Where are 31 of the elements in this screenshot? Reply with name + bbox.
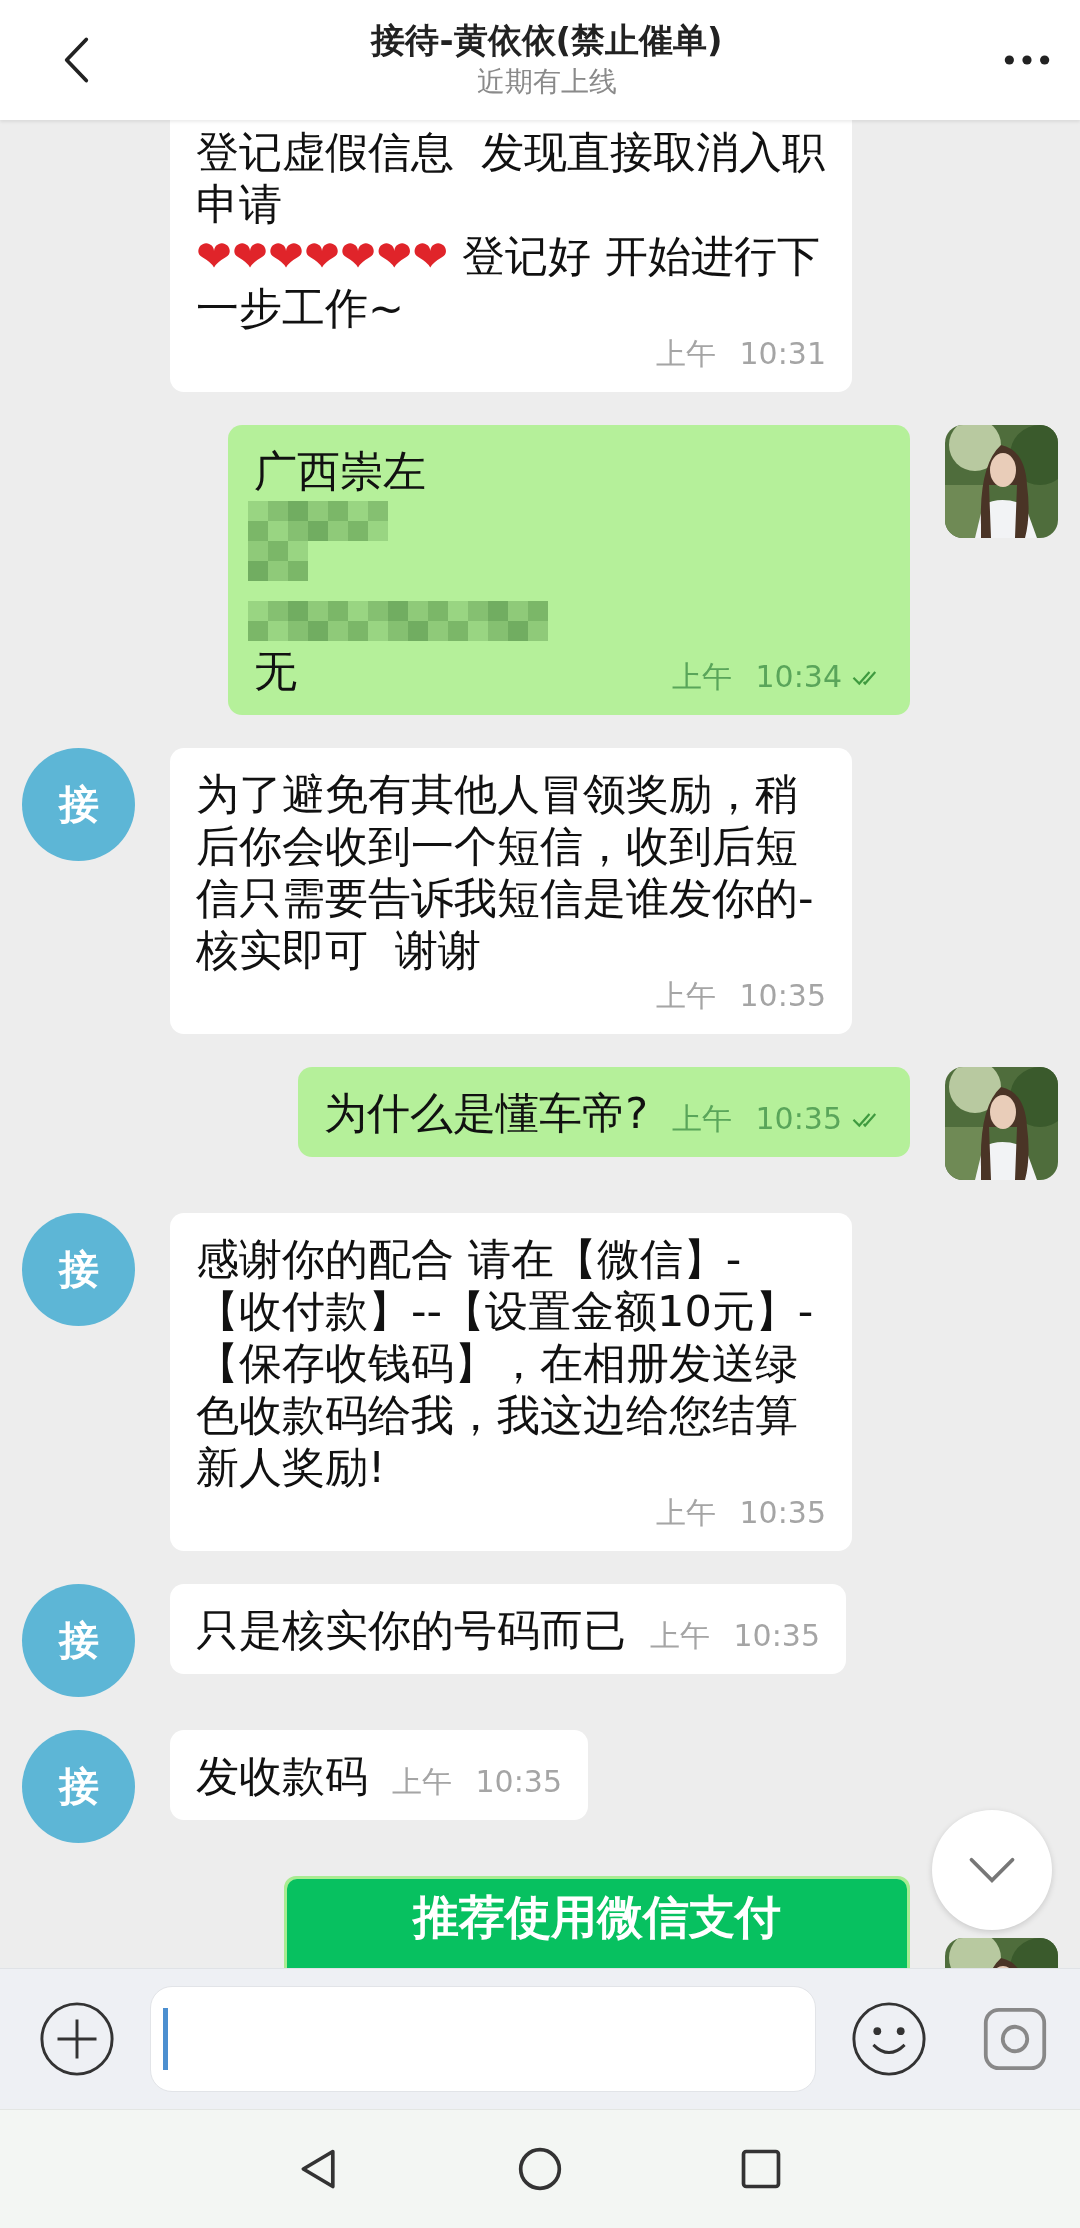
avatar[interactable]: 接	[22, 748, 135, 861]
emoji-icon[interactable]	[850, 2000, 928, 2078]
message-time: 上午 10:31	[656, 335, 826, 373]
message-text: 为了避免有其他人冒领奖励，稍后你会收到一个短信，收到后短信只需要告诉我短信是谁发你的-核实即可 谢谢	[196, 768, 815, 976]
avatar[interactable]: 接	[22, 1213, 135, 1326]
message-text: 广西崇左	[254, 445, 426, 497]
message-time: 上午 10:35	[392, 1763, 562, 1801]
payment-card[interactable]: 推荐使用微信支付	[287, 1879, 907, 1968]
back-icon[interactable]	[62, 36, 90, 84]
message-text: 无	[254, 645, 297, 697]
more-icon[interactable]	[1004, 54, 1050, 66]
add-icon[interactable]	[38, 2000, 116, 2078]
status-text: 近期有上线	[477, 64, 617, 100]
message-text: 感谢你的配合 请在【微信】-【收付款】--【设置金额10元】-【保存收钱码】，在相册发送绿色收款码给我，我这边给您结算新人奖励!	[196, 1233, 815, 1493]
message-text: 发收款码	[196, 1750, 368, 1802]
home-icon[interactable]	[517, 2146, 563, 2192]
input-field[interactable]	[150, 1986, 816, 2092]
camera-icon[interactable]	[982, 2006, 1048, 2072]
avatar[interactable]: 接	[22, 1584, 135, 1697]
message-time: 上午 10:35	[650, 1617, 820, 1655]
message-time: 上午 10:34	[672, 658, 842, 696]
message-time: 上午 10:35	[656, 977, 826, 1015]
card-title: 推荐使用微信支付	[413, 1889, 781, 1945]
message-text: 登记虚假信息 发现直接取消入职申请 ❤❤❤❤❤❤❤ 登记好 开始进行下一步工作~	[196, 126, 826, 334]
chat-title: 接待-黄依依(禁止催单)	[371, 19, 723, 62]
message-text: 为什么是懂车帝?	[324, 1087, 648, 1139]
message-time: 上午 10:35	[672, 1100, 842, 1138]
message-text: 只是核实你的号码而已	[196, 1604, 626, 1656]
message-time: 上午 10:35	[656, 1494, 826, 1532]
avatar[interactable]: 接	[22, 1730, 135, 1843]
chevron-down-icon	[968, 1856, 1016, 1884]
